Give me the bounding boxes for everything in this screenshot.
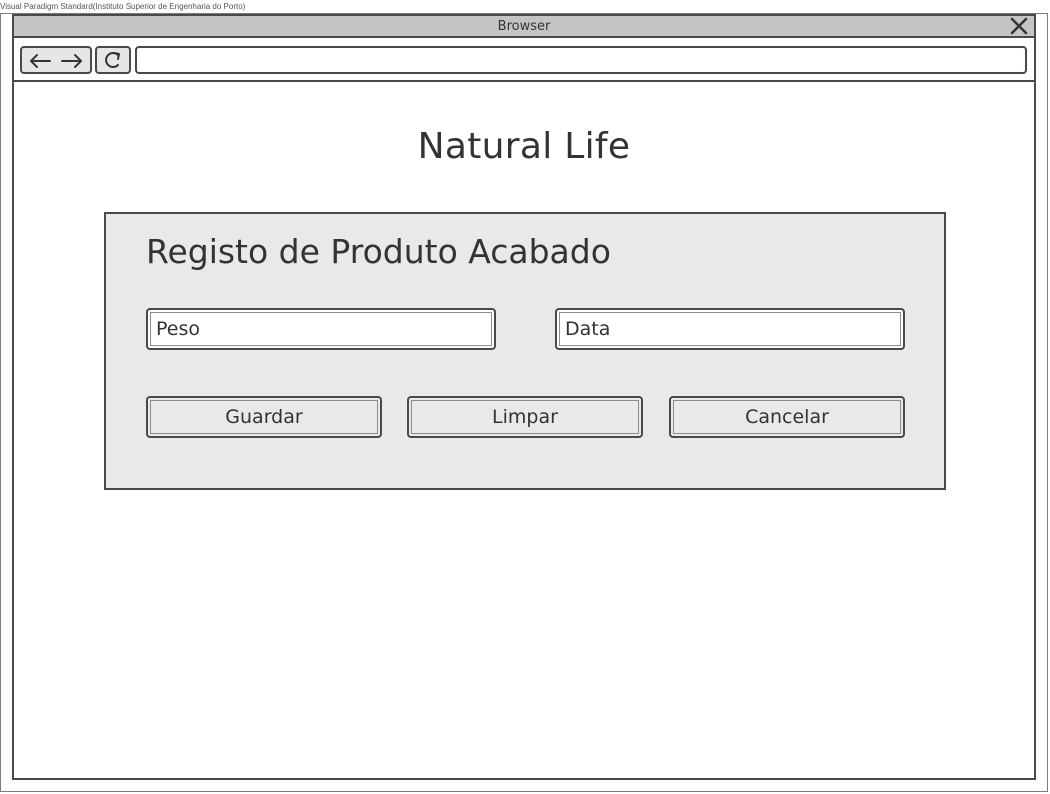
navigation-bar [14, 38, 1034, 82]
arrow-right-icon [61, 54, 82, 68]
peso-field[interactable] [146, 308, 496, 350]
window-title: Browser [497, 19, 551, 34]
title-bar: Browser [14, 16, 1034, 38]
arrow-left-icon [30, 54, 51, 68]
browser-window: Browser Natural Life Registo de Produto … [12, 14, 1036, 780]
app-title: Natural Life [417, 126, 631, 167]
address-bar[interactable] [135, 46, 1027, 74]
product-registration-panel: Registo de Produto Acabado Guardar Limpa… [104, 212, 946, 490]
refresh-icon [105, 52, 120, 68]
history-buttons [20, 46, 92, 74]
save-button[interactable]: Guardar [146, 396, 382, 438]
data-field[interactable] [555, 308, 905, 350]
back-button[interactable] [27, 51, 53, 71]
forward-button[interactable] [59, 51, 85, 71]
refresh-button[interactable] [95, 46, 131, 74]
cancel-button[interactable]: Cancelar [669, 396, 905, 438]
clear-button[interactable]: Limpar [407, 396, 643, 438]
close-icon[interactable] [1010, 17, 1028, 35]
watermark-text: Visual Paradigm Standard(Instituto Super… [0, 2, 246, 11]
form-heading: Registo de Produto Acabado [146, 232, 611, 271]
